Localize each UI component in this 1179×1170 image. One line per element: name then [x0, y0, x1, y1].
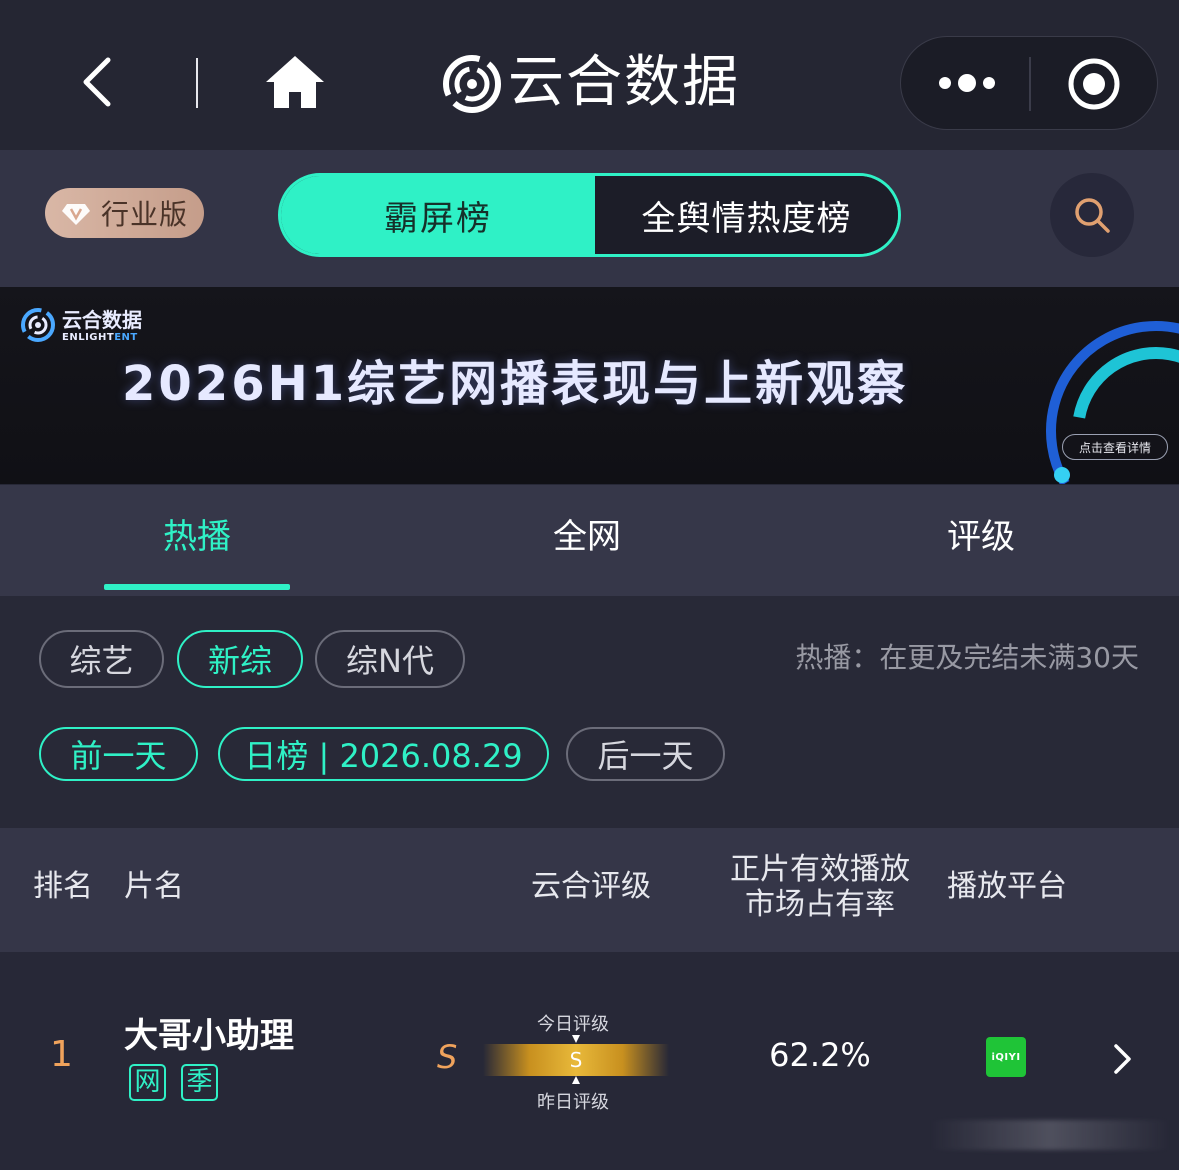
header-market-share-line2: 市场占有率 [745, 887, 895, 922]
today-rating-marker [572, 1035, 580, 1043]
chip-variety-sequel[interactable]: 综N代 [315, 630, 465, 688]
header-title: 片名 [124, 869, 184, 904]
banner-brand: 云合数据 [62, 308, 142, 332]
tag-season: 季 [181, 1064, 218, 1101]
yunhe-logo-icon [21, 308, 55, 342]
tag-web: 网 [129, 1064, 166, 1101]
yesterday-rating-marker [572, 1076, 580, 1084]
table-header: 排名 片名 云合评级 正片有效播放 市场占有率 播放平台 [0, 828, 1179, 952]
header-rating: 云合评级 [531, 869, 651, 904]
industry-edition-label: 行业版 [101, 198, 189, 231]
tab-hot[interactable]: 热播 [104, 513, 290, 561]
industry-edition-button[interactable]: 行业版 [45, 188, 204, 238]
banner-view-details-button[interactable]: 点击查看详情 [1062, 434, 1168, 460]
diamond-icon [62, 204, 90, 225]
yunhe-logo-icon [443, 55, 501, 113]
banner-brand-sub-b: ENT [114, 332, 138, 343]
header-market-share: 正片有效播放 市场占有率 [720, 852, 920, 922]
search-icon [1075, 198, 1110, 233]
row-title[interactable]: 大哥小助理 [124, 1014, 294, 1058]
rating-scale-letter: S [569, 1048, 583, 1072]
chip-variety[interactable]: 综艺 [39, 630, 164, 688]
row-rank: 1 [50, 1034, 73, 1075]
row-grade: S [437, 1038, 458, 1076]
row-market-share: 62.2% [769, 1036, 871, 1074]
home-icon[interactable] [262, 52, 328, 112]
ranking-switch-row: 行业版 霸屏榜 全舆情热度榜 [0, 150, 1179, 287]
mini-program-capsule [900, 36, 1158, 130]
tab-all-network[interactable]: 全网 [494, 513, 680, 561]
promo-banner[interactable]: 云合数据 ENLIGHTENT 2026H1综艺网播表现与上新观察 点击查看详情 [0, 287, 1179, 484]
tab-rating[interactable]: 评级 [888, 513, 1074, 561]
page-title: 云合数据 [508, 50, 740, 115]
date-selector[interactable]: 日榜 | 2026.08.29 [218, 727, 549, 781]
chevron-right-icon[interactable] [1108, 1042, 1136, 1076]
header-platform: 播放平台 [947, 869, 1067, 904]
nav-bar: 云合数据 [0, 0, 1179, 150]
filter-panel: 综艺 新综 综N代 热播：在更及完结未满30天 前一天 日榜 | 2026.08… [0, 596, 1179, 828]
toggle-public-opinion-ranking[interactable]: 全舆情热度榜 [595, 176, 898, 254]
banner-brand-sub-a: ENLIGHT [62, 332, 115, 343]
more-dots-icon[interactable] [937, 71, 997, 95]
previous-day-button[interactable]: 前一天 [39, 727, 198, 781]
table-row[interactable]: 1 大哥小助理 网 季 S 今日评级 S 昨日评级 62.2% iQIYI [0, 952, 1179, 1170]
banner-brand-sub: ENLIGHTENT [62, 332, 138, 344]
today-rating-label: 今日评级 [537, 1014, 609, 1035]
watermark-blur [930, 1120, 1170, 1150]
nav-divider [196, 58, 198, 108]
capsule-divider [1029, 57, 1031, 111]
search-button[interactable] [1050, 173, 1134, 257]
chevron-left-icon[interactable] [70, 52, 130, 112]
hot-definition-note: 热播：在更及完结未满30天 [795, 641, 1139, 674]
ranking-toggle: 霸屏榜 全舆情热度榜 [278, 173, 901, 257]
header-market-share-line1: 正片有效播放 [730, 852, 910, 887]
next-day-button[interactable]: 后一天 [566, 727, 725, 781]
banner-title: 2026H1综艺网播表现与上新观察 [122, 356, 909, 412]
list-tabs: 热播 全网 评级 [0, 485, 1179, 596]
target-icon[interactable] [1067, 57, 1121, 111]
yesterday-rating-label: 昨日评级 [537, 1092, 609, 1113]
header-rank: 排名 [33, 869, 93, 904]
iqiyi-logo-icon: iQIYI [986, 1037, 1026, 1077]
active-tab-indicator [104, 584, 290, 590]
toggle-dominance-ranking[interactable]: 霸屏榜 [281, 176, 595, 254]
chip-new-variety[interactable]: 新综 [177, 630, 303, 688]
